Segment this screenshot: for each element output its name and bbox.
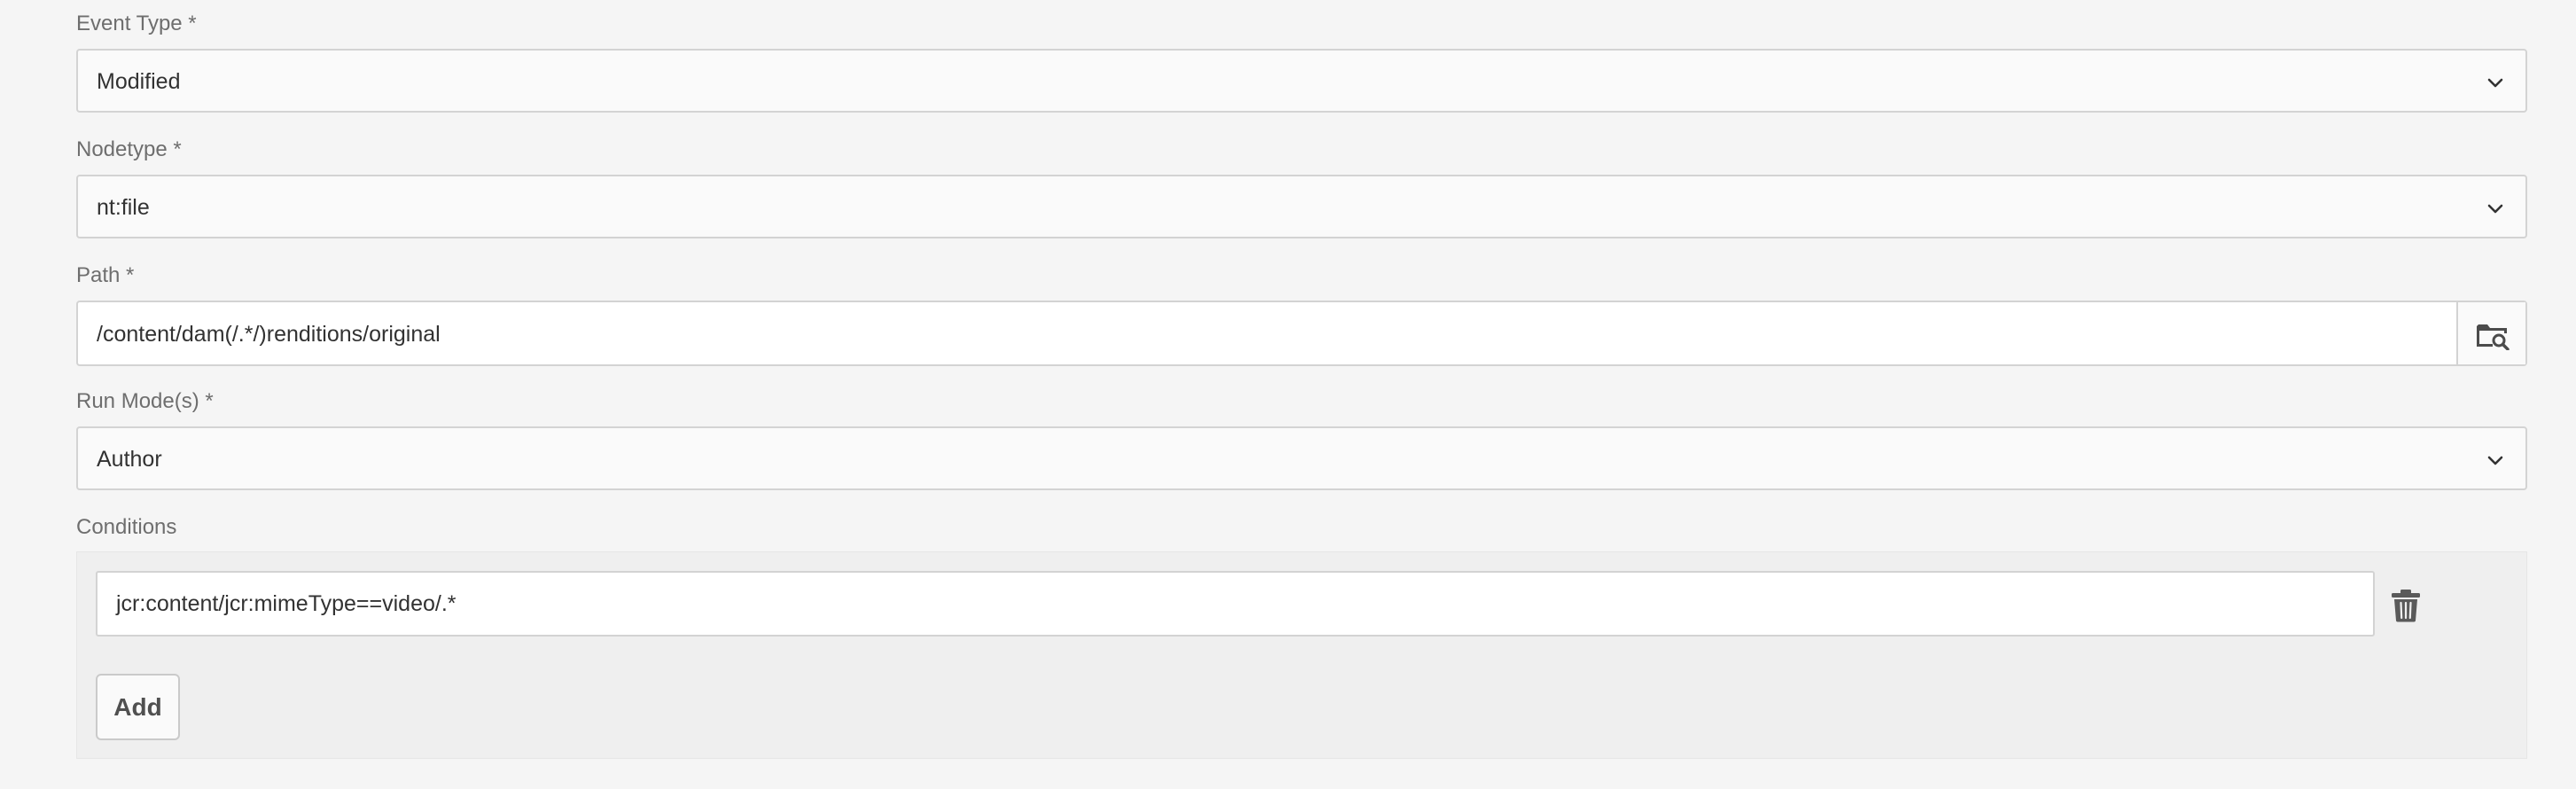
conditions-label: Conditions <box>76 515 177 539</box>
folder-search-icon <box>2477 324 2510 350</box>
path-browse-button[interactable] <box>2456 302 2525 364</box>
chevron-down-icon <box>2487 78 2503 88</box>
event-type-select[interactable]: Modified <box>76 49 2527 113</box>
path-label: Path * <box>76 263 135 287</box>
nodetype-select[interactable]: nt:file <box>76 175 2527 238</box>
path-value: /content/dam(/.*/)renditions/original <box>97 322 441 347</box>
event-type-value: Modified <box>97 69 181 94</box>
trash-icon[interactable] <box>2391 589 2421 622</box>
condition-input[interactable]: jcr:content/jcr:mimeType==video/.* <box>96 571 2375 637</box>
chevron-down-icon <box>2487 204 2503 214</box>
condition-value: jcr:content/jcr:mimeType==video/.* <box>116 591 457 616</box>
add-condition-button[interactable]: Add <box>96 674 180 740</box>
chevron-down-icon <box>2487 456 2503 465</box>
run-modes-label: Run Mode(s) * <box>76 389 214 413</box>
run-modes-value: Author <box>97 447 162 472</box>
nodetype-label: Nodetype * <box>76 137 182 161</box>
path-field[interactable]: /content/dam(/.*/)renditions/original <box>76 301 2527 366</box>
launcher-form: Event Type * Modified Nodetype * nt:file… <box>0 0 2576 789</box>
nodetype-value: nt:file <box>97 195 150 220</box>
run-modes-select[interactable]: Author <box>76 426 2527 490</box>
event-type-label: Event Type * <box>76 12 197 35</box>
